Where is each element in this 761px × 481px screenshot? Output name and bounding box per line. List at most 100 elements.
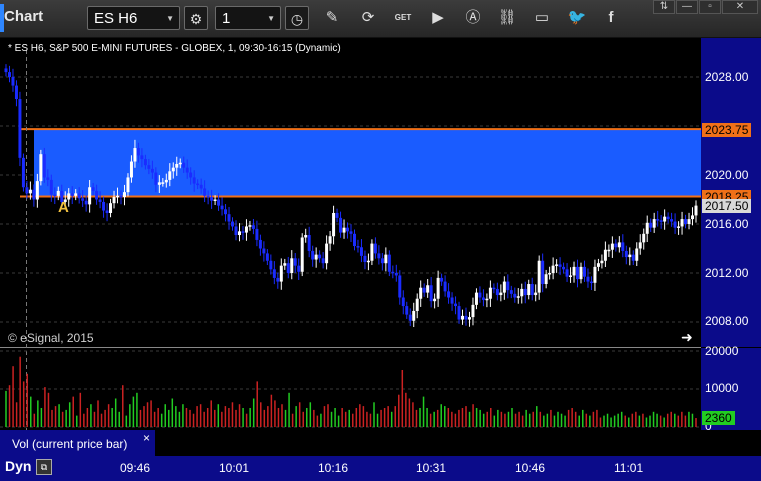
- candle-body: [325, 243, 329, 264]
- volume-tick-label: 20000: [705, 344, 739, 358]
- candle-body: [32, 189, 36, 200]
- candle-body: [593, 266, 597, 283]
- candle-body: [670, 219, 674, 222]
- candle-body: [314, 254, 318, 260]
- candle-body: [150, 168, 154, 173]
- candle-body: [168, 171, 172, 180]
- candle-body: [234, 226, 238, 236]
- candle-body: [600, 260, 604, 264]
- candle-body: [304, 235, 308, 238]
- candle-body: [4, 68, 8, 73]
- time-axis[interactable]: [0, 456, 761, 481]
- candle-body: [467, 317, 471, 320]
- candle-body: [126, 177, 130, 193]
- candle-body: [265, 253, 269, 261]
- candle-body: [429, 285, 433, 302]
- candle-body: [684, 219, 688, 224]
- candle-body: [457, 306, 461, 320]
- candle-body: [614, 243, 618, 248]
- candle-body: [154, 172, 158, 185]
- candle-body: [178, 162, 182, 165]
- candle-body: [537, 260, 541, 293]
- candle-body: [659, 220, 663, 222]
- candle-body: [279, 265, 283, 282]
- candle-body: [203, 188, 207, 196]
- candle-body: [576, 266, 580, 280]
- candle-body: [628, 254, 632, 258]
- candle-body: [436, 277, 440, 299]
- candle-body: [516, 296, 520, 298]
- price-tick-label: 2016.00: [705, 217, 749, 231]
- candle-body: [387, 254, 391, 272]
- candle-body: [412, 310, 416, 321]
- candle-body: [224, 209, 228, 215]
- time-tick-label: 09:46: [120, 461, 151, 475]
- candle-body: [520, 288, 524, 297]
- candle-body: [366, 260, 370, 263]
- price-tick-label: 2020.00: [705, 168, 749, 182]
- candle-body: [352, 233, 356, 247]
- dynamic-mode-label[interactable]: Dyn: [5, 458, 31, 474]
- candle-body: [269, 260, 273, 270]
- candle-body: [582, 266, 586, 277]
- candle-body: [666, 216, 670, 220]
- candle-body: [572, 266, 576, 276]
- candle-body: [433, 298, 437, 302]
- candle-body: [506, 281, 510, 291]
- zone-upper-price-tag: 2023.75: [702, 123, 752, 137]
- candle-body: [143, 159, 147, 166]
- candle-body: [617, 242, 621, 248]
- candle-body: [530, 284, 534, 296]
- candle-body: [300, 237, 304, 272]
- candle-body: [7, 72, 11, 77]
- candle-body: [119, 195, 123, 198]
- copy-icon[interactable]: ⧉: [36, 459, 52, 475]
- candle-body: [645, 222, 649, 234]
- candle-body: [182, 162, 186, 168]
- candle-body: [649, 222, 653, 228]
- candle-body: [105, 210, 109, 213]
- annotation-label[interactable]: A: [58, 199, 69, 216]
- zone-rectangle[interactable]: [34, 129, 701, 197]
- candle-body: [481, 297, 485, 300]
- candle-body: [189, 172, 193, 178]
- candle-body: [579, 266, 583, 280]
- candle-body: [112, 197, 116, 204]
- candle-body: [527, 284, 531, 296]
- candle-body: [91, 187, 95, 191]
- candle-body: [88, 187, 92, 205]
- candle-body: [220, 205, 224, 210]
- candle-body: [346, 227, 350, 232]
- candle-body: [499, 292, 503, 296]
- candle-body: [603, 249, 607, 261]
- candle-body: [95, 190, 99, 200]
- candle-body: [638, 242, 642, 249]
- candle-body: [631, 254, 635, 261]
- candle-body: [589, 281, 593, 284]
- chart-header: * ES H6, S&P 500 E-MINI FUTURES - GLOBEX…: [8, 43, 341, 54]
- candle-body: [258, 239, 262, 249]
- price-volume-chart[interactable]: [0, 0, 761, 481]
- candle-body: [610, 243, 614, 250]
- time-tick-label: 11:01: [614, 461, 644, 475]
- volume-legend[interactable]: Vol (current price bar): [0, 430, 155, 456]
- candle-body: [74, 193, 78, 196]
- price-tick-label: 2028.00: [705, 70, 749, 84]
- candle-body: [607, 249, 611, 252]
- candle-body: [624, 250, 628, 258]
- candle-body: [318, 254, 322, 259]
- candle-body: [213, 199, 217, 201]
- candle-body: [286, 263, 290, 273]
- candle-body: [290, 258, 294, 273]
- volume-series: [5, 356, 697, 427]
- scroll-to-end-icon[interactable]: ➜: [681, 329, 693, 346]
- candle-body: [185, 167, 189, 173]
- candle-body: [534, 292, 538, 296]
- candle-body: [28, 189, 32, 194]
- close-icon[interactable]: ×: [143, 431, 150, 445]
- candle-body: [116, 195, 120, 198]
- candle-body: [384, 254, 388, 264]
- candle-body: [206, 195, 210, 198]
- candle-body: [109, 203, 113, 213]
- candle-body: [408, 314, 412, 321]
